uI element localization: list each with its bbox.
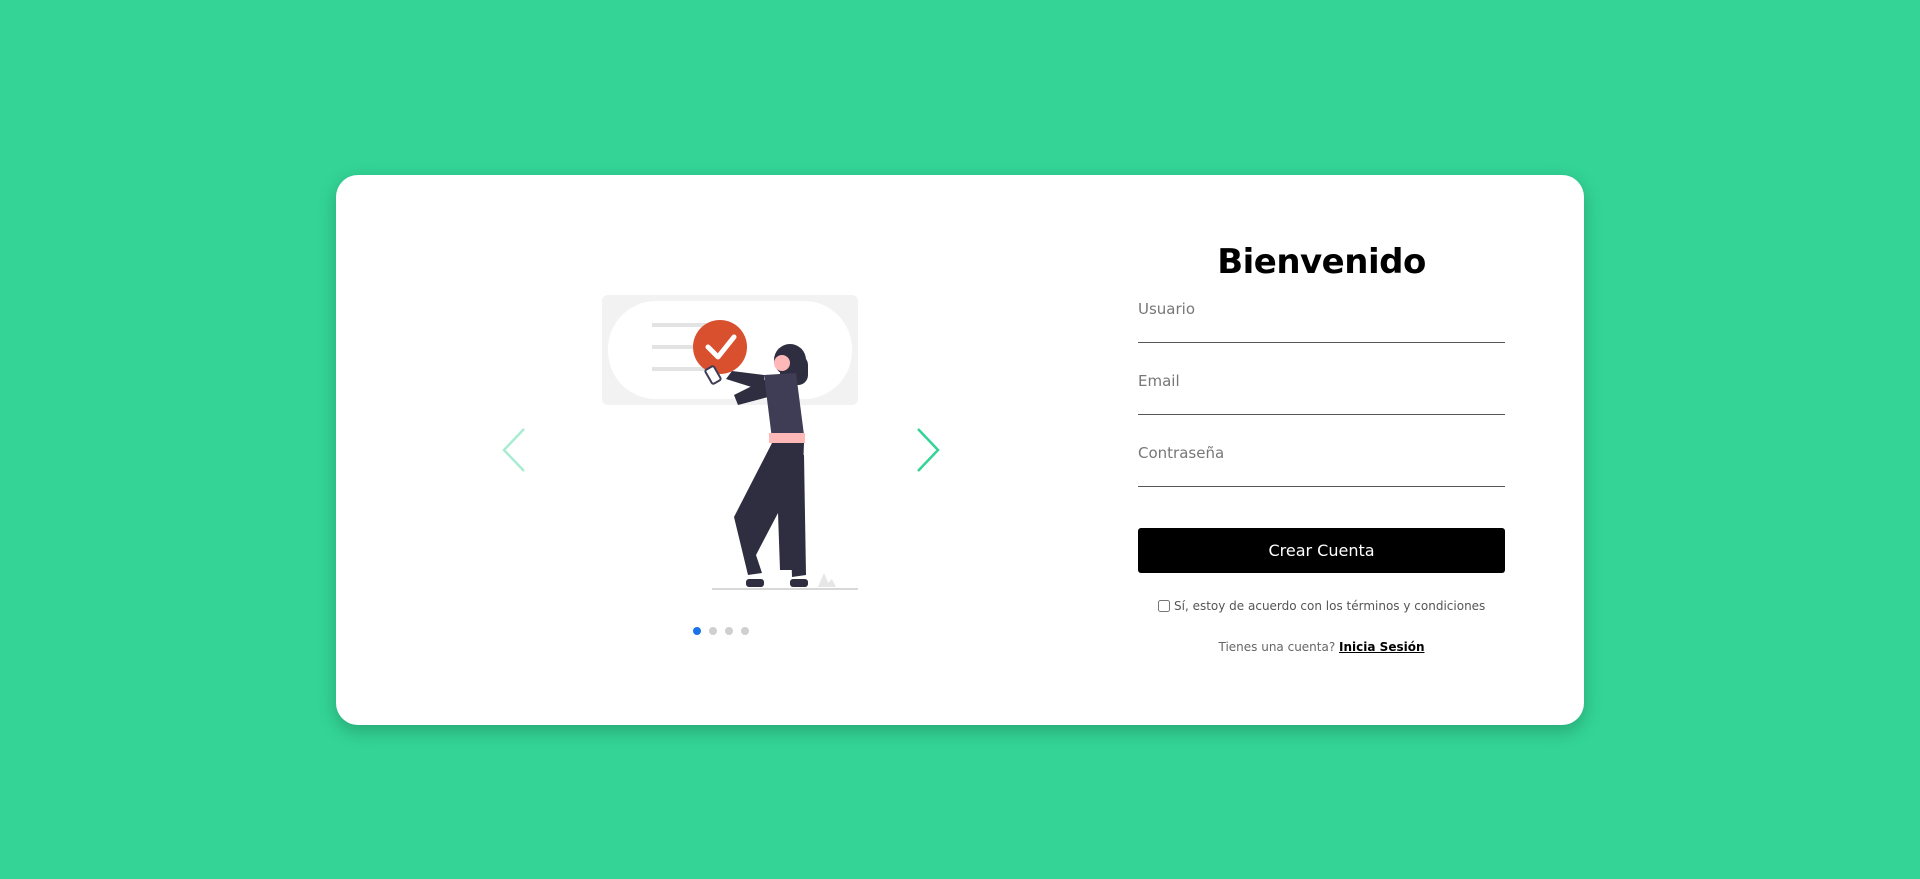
page-title: Bienvenido xyxy=(1217,242,1426,282)
username-input[interactable] xyxy=(1138,300,1505,318)
email-input[interactable] xyxy=(1138,372,1505,390)
carousel xyxy=(336,175,956,725)
password-field xyxy=(1138,442,1505,487)
login-prompt: Tienes una cuenta? xyxy=(1218,640,1336,654)
email-field xyxy=(1138,370,1505,415)
terms-checkbox[interactable] xyxy=(1158,600,1170,612)
carousel-indicators xyxy=(693,627,749,635)
username-field xyxy=(1138,298,1505,343)
login-link[interactable]: Inicia Sesión xyxy=(1339,640,1424,654)
create-account-button[interactable]: Crear Cuenta xyxy=(1138,528,1505,573)
chevron-right-icon[interactable] xyxy=(912,425,944,475)
terms-label: Sí, estoy de acuerdo con los términos y … xyxy=(1174,599,1486,613)
checklist-illustration xyxy=(602,295,858,590)
password-input[interactable] xyxy=(1138,444,1505,462)
carousel-dot-4[interactable] xyxy=(741,627,749,635)
carousel-dot-3[interactable] xyxy=(725,627,733,635)
carousel-dot-1[interactable] xyxy=(693,627,701,635)
chevron-left-icon[interactable] xyxy=(498,425,530,475)
carousel-dot-2[interactable] xyxy=(709,627,717,635)
terms-row: Sí, estoy de acuerdo con los términos y … xyxy=(1158,599,1485,613)
login-prompt-row: Tienes una cuenta? Inicia Sesión xyxy=(1138,640,1505,654)
signup-card: Bienvenido Crear Cuenta Sí, estoy de acu… xyxy=(336,175,1584,725)
